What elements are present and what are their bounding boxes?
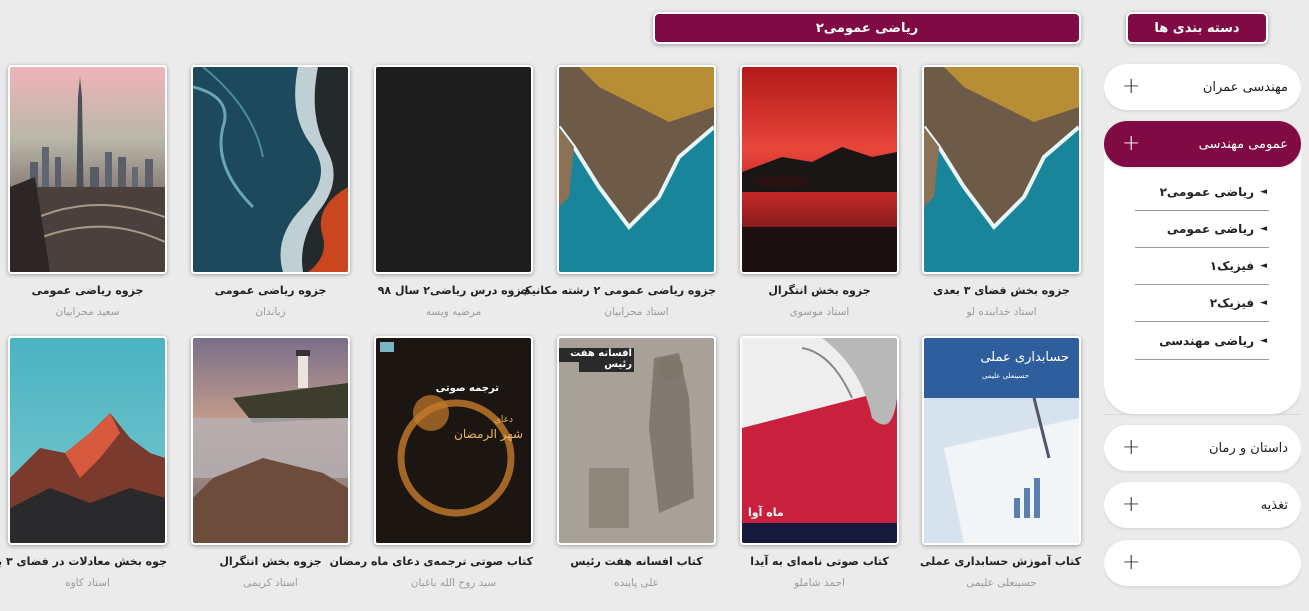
book-cover-image[interactable] [557,65,716,274]
book-title[interactable]: جزوه بخش فضای ۳ بعدی [922,284,1081,297]
cover-text: شهر الرمضان [454,427,523,441]
book-title[interactable]: جوه بخش معادلات در فضای ۳ بعدی [0,555,167,568]
category-label: داستان و رمان [1208,440,1288,456]
category-nutrition[interactable]: تغذیه + [1104,482,1301,528]
book-author: حسینعلی علیمی [966,577,1037,589]
book-cover-image[interactable] [8,65,167,274]
book-cover-image[interactable]: ترجمه صوتی دعای شهر الرمضان [374,336,533,545]
category-partial[interactable]: + [1104,540,1301,586]
category-label: تغذیه [1260,497,1288,513]
subcategory-label: ریاضی عمومی [1166,222,1255,236]
category-civil-engineering[interactable]: مهندسی عمران + [1104,64,1301,110]
book-card[interactable]: جزوه درس ریاضی۲ سال ۹۸ مرضیه ویسه [374,65,533,318]
subcategory-panel: ◄ ریاضی عمومی۲ ◄ ریاضی عمومی ◄ فیزیک۱ ◄ فیزی… [1104,144,1301,414]
book-author: استاد موسوی [789,306,850,318]
book-cover-image[interactable]: افسانه هفت رئیس [557,336,716,545]
book-card[interactable]: ماه آوا کتاب صوتی نامه‌ای به آیدا احمد ش… [740,336,899,589]
book-card[interactable]: جزوه بخش انتگرال استاد کریمی [191,336,350,589]
category-sidebar: ◄ ریاضی عمومی۲ ◄ ریاضی عمومی ◄ فیزیک۱ ◄ فیزی… [1104,58,1301,611]
cover-text: دعای [493,415,513,425]
plus-icon[interactable]: + [1122,133,1140,155]
caret-left-icon: ◄ [1260,261,1267,271]
book-author: احمد شاملو [794,577,845,589]
plus-icon[interactable]: + [1122,76,1140,98]
book-title[interactable]: جزوه ریاضی عمومی [191,284,350,297]
subcategory-label: فیزیک۱ [1209,259,1255,273]
book-author: استاد خدابنده لو [966,306,1037,318]
book-cover-image[interactable] [191,65,350,274]
book-author: سعید محرابیان [55,306,120,318]
book-card[interactable]: افسانه هفت رئیس کتاب افسانه هفت رئیس علی… [557,336,716,589]
book-author: زباندان [255,306,286,318]
book-cover-image[interactable] [740,65,899,274]
book-cover-image[interactable]: حسابداری عملی حسینعلی علیمی [922,336,1081,545]
book-title[interactable]: جزوه ریاضی عمومی [8,284,167,297]
caret-left-icon: ◄ [1260,336,1267,346]
book-title[interactable]: جزوه بخش انتگرال [191,555,350,568]
book-author: علی پاینده [613,577,660,589]
book-cover-image[interactable] [8,336,167,545]
book-cover-image[interactable] [374,65,533,274]
book-title[interactable]: کتاب آموزش حسابداری عملی [920,555,1081,568]
book-title[interactable]: جزوه درس ریاضی۲ سال ۹۸ [374,284,533,297]
book-card[interactable]: ترجمه صوتی دعای شهر الرمضان کتاب صوتی تر… [330,336,533,589]
subcategory-item[interactable]: ◄ فیزیک۲ [1135,285,1269,322]
category-label: مهندسی عمران [1202,79,1288,95]
book-author: سید روح الله باغبان [410,577,497,589]
plus-icon[interactable]: + [1122,552,1140,574]
book-author: استاد کریمی [243,577,298,589]
cover-text: ماه آوا [748,506,784,519]
book-card[interactable]: جزوه بخش فضای ۳ بعدی استاد خدابنده لو [922,65,1081,318]
book-title[interactable]: جزوه ریاضی عمومی ۲ رشته مکانیک [520,284,716,297]
book-author: استاد کاوه [65,577,110,589]
book-title[interactable]: کتاب افسانه هفت رئیس [557,555,716,568]
book-cover-image[interactable]: ماه آوا [740,336,899,545]
book-card[interactable]: جزوه بخش انتگرال استاد موسوی [740,65,899,318]
subcategory-item[interactable]: ◄ ریاضی عمومی۲ [1135,174,1269,211]
plus-icon[interactable]: + [1122,494,1140,516]
caret-left-icon: ◄ [1260,298,1267,308]
page-title: ریاضی عمومی۲ [653,12,1081,44]
subcategory-label: ریاضی عمومی۲ [1159,185,1255,199]
book-title[interactable]: جزوه بخش انتگرال [740,284,899,297]
subcategory-item[interactable]: ◄ ریاضی عمومی [1135,211,1269,248]
subcategory-item[interactable]: ◄ فیزیک۱ [1135,248,1269,285]
book-card[interactable]: حسابداری عملی حسینعلی علیمی کتاب آموزش ح… [920,336,1081,589]
category-general-engineering[interactable]: عمومی مهندسی + [1104,121,1301,167]
book-card[interactable]: جزوه ریاضی عمومی زباندان [191,65,350,318]
category-fiction[interactable]: داستان و رمان + [1104,425,1301,471]
book-card[interactable]: جوه بخش معادلات در فضای ۳ بعدی استاد کاو… [0,336,167,589]
category-label: عمومی مهندسی [1198,136,1288,152]
caret-left-icon: ◄ [1260,187,1267,197]
book-author: مرضیه ویسه [425,306,482,318]
divider [1104,414,1301,415]
book-author: استاد محرابیان [604,306,669,318]
cover-text: افسانه هفت رئیس [570,348,632,370]
cover-text: ترجمه صوتی [435,383,499,394]
caret-left-icon: ◄ [1260,224,1267,234]
cover-text: حسابداری عملی [980,350,1069,365]
categories-header-button[interactable]: دسته بندی ها [1126,12,1268,44]
book-card[interactable]: جزوه ریاضی عمومی ۲ رشته مکانیک استاد محر… [520,65,716,318]
book-card[interactable]: جزوه ریاضی عمومی سعید محرابیان [8,65,167,318]
book-title[interactable]: کتاب صوتی نامه‌ای به آیدا [740,555,899,568]
book-cover-image[interactable] [922,65,1081,274]
subcategory-label: فیزیک۲ [1209,296,1255,310]
book-title[interactable]: کتاب صوتی ترجمه‌ی دعای ماه رمضان [330,555,533,568]
plus-icon[interactable]: + [1122,437,1140,459]
subcategory-label: ریاضی مهندسی [1159,334,1255,348]
book-cover-image[interactable] [191,336,350,545]
cover-text: حسینعلی علیمی [981,372,1029,380]
subcategory-item[interactable]: ◄ ریاضی مهندسی [1135,323,1269,360]
